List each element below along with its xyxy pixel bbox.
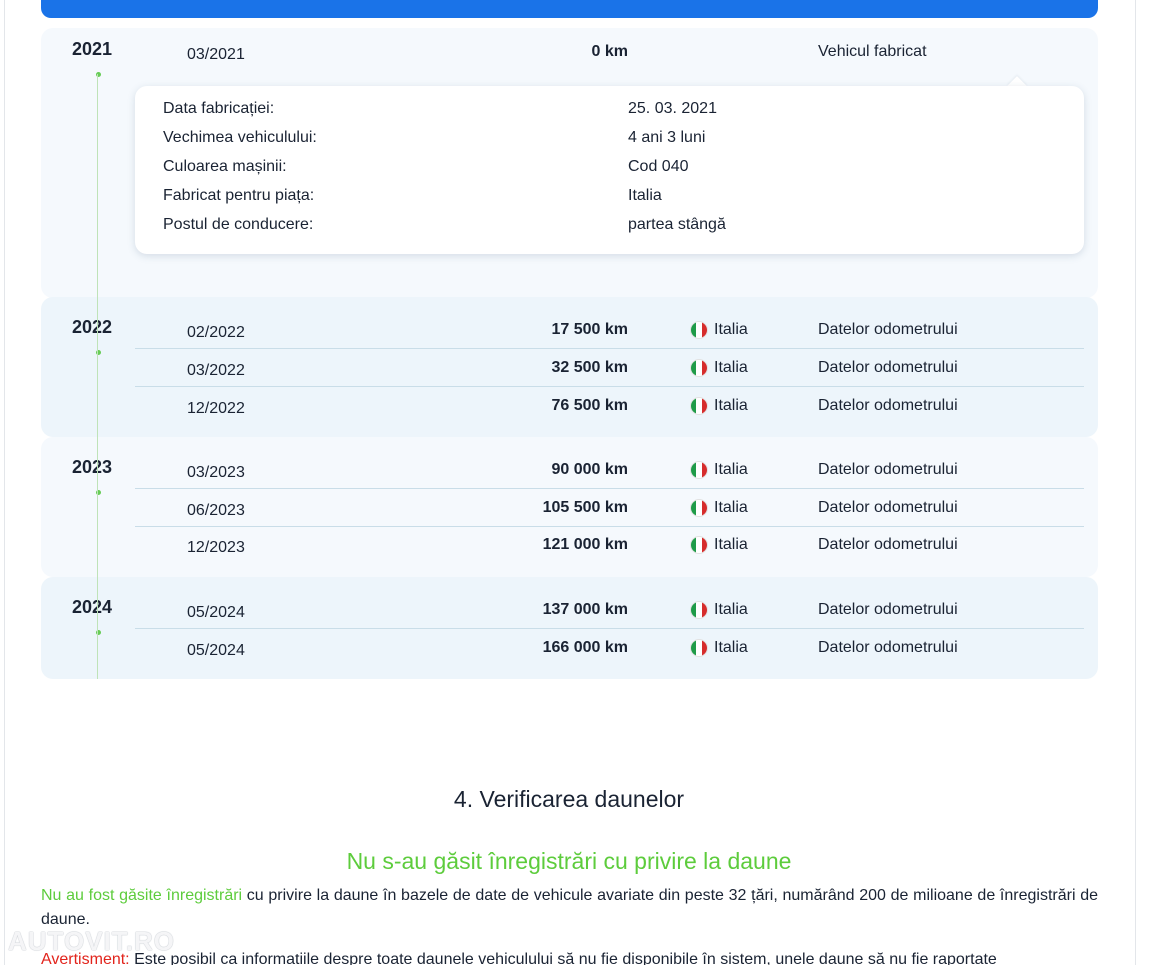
record-event: Datelor odometrului [818,601,958,618]
record-km: 76 500 km [551,397,628,414]
detail-value: 25. 03. 2021 [628,100,717,117]
record-event: Vehicul fabricat [818,43,927,60]
record-country: Italia [690,387,748,425]
section-header-bar [41,0,1098,18]
record-country: Italia [690,526,748,564]
record-date: 06/2023 [187,502,245,519]
watermark: AUTOVIT.RO [8,926,175,956]
record-date: 02/2022 [187,324,245,341]
year-label: 2024 [72,597,113,617]
vehicle-details-card: Data fabricației: 25. 03. 2021 Vechimea … [135,86,1084,254]
timeline-row: 03/2021 0 km Vehicul fabricat [135,33,1084,71]
record-date: 12/2023 [187,539,245,556]
warning-text: Este posibil ca informațiile despre toat… [129,951,997,965]
timeline-row: 12/2023 121 000 km Italia Datelor odomet… [135,526,1084,564]
detail-row: Vechimea vehiculului: 4 ani 3 luni [163,129,1063,158]
italy-flag-icon [690,397,708,415]
year-label: 2023 [72,457,113,477]
detail-label: Data fabricației: [163,100,275,117]
timeline-row: 05/2024 137 000 km Italia Datelor odomet… [135,591,1084,629]
record-country: Italia [690,629,748,667]
record-km: 90 000 km [551,461,628,478]
record-country: Italia [690,489,748,527]
record-km: 137 000 km [542,601,628,618]
italy-flag-icon [690,359,708,377]
record-event: Datelor odometrului [818,499,958,516]
country-label: Italia [714,461,748,478]
detail-value: Cod 040 [628,158,689,175]
record-event: Datelor odometrului [818,359,958,376]
record-event: Datelor odometrului [818,461,958,478]
record-date: 05/2024 [187,642,245,659]
timeline-row: 03/2023 90 000 km Italia Datelor odometr… [135,451,1084,489]
timeline-row: 03/2022 32 500 km Italia Datelor odometr… [135,349,1084,387]
detail-row: Culoarea mașinii: Cod 040 [163,158,1063,187]
italy-flag-icon [690,461,708,479]
record-country: Italia [690,349,748,387]
country-label: Italia [714,321,748,338]
record-date: 03/2021 [187,46,245,63]
country-label: Italia [714,639,748,656]
italy-flag-icon [690,601,708,619]
timeline-row: 05/2024 166 000 km Italia Datelor odomet… [135,629,1084,667]
detail-value: 4 ani 3 luni [628,129,706,146]
detail-label: Culoarea mașinii: [163,158,287,175]
italy-flag-icon [690,321,708,339]
record-km: 121 000 km [542,536,628,553]
italy-flag-icon [690,499,708,517]
country-label: Italia [714,397,748,414]
record-event: Datelor odometrului [818,397,958,414]
timeline-row: 06/2023 105 500 km Italia Datelor odomet… [135,489,1084,527]
detail-label: Postul de conducere: [163,216,314,233]
year-label: 2022 [72,317,113,337]
record-country: Italia [690,311,748,349]
timeline-line [97,74,98,679]
timeline-row: 02/2022 17 500 km Italia Datelor odometr… [135,311,1084,349]
year-label: 2021 [72,39,113,59]
record-country: Italia [690,591,748,629]
section-title: 4. Verificarea daunelor [453,786,685,812]
record-country: Italia [690,451,748,489]
record-km: 105 500 km [542,499,628,516]
warning-paragraph: Avertisment: Este posibil ca informațiil… [41,948,1098,965]
detail-row: Fabricat pentru piața: Italia [163,187,1063,216]
record-event: Datelor odometrului [818,536,958,553]
record-km: 166 000 km [542,639,628,656]
record-km: 32 500 km [551,359,628,376]
detail-row: Postul de conducere: partea stângă [163,216,1063,245]
country-label: Italia [714,359,748,376]
record-date: 03/2023 [187,464,245,481]
italy-flag-icon [690,536,708,554]
damage-highlight: Nu au fost găsite înregistrări [41,887,243,904]
record-event: Datelor odometrului [818,321,958,338]
record-date: 05/2024 [187,604,245,621]
detail-label: Fabricat pentru piața: [163,187,315,204]
damage-paragraph: Nu au fost găsite înregistrări cu privir… [41,884,1098,932]
record-date: 12/2022 [187,400,245,417]
country-label: Italia [714,536,748,553]
record-date: 03/2022 [187,362,245,379]
country-label: Italia [714,601,748,618]
record-km: 17 500 km [551,321,628,338]
record-km: 0 km [591,43,628,60]
record-event: Datelor odometrului [818,639,958,656]
italy-flag-icon [690,639,708,657]
detail-label: Vechimea vehiculului: [163,129,317,146]
detail-row: Data fabricației: 25. 03. 2021 [163,100,1063,129]
country-label: Italia [714,499,748,516]
damage-result-title: Nu s-au găsit înregistrări cu privire la… [346,848,792,874]
timeline-row: 12/2022 76 500 km Italia Datelor odometr… [135,387,1084,425]
detail-value: partea stângă [628,216,726,233]
detail-value: Italia [628,187,662,204]
